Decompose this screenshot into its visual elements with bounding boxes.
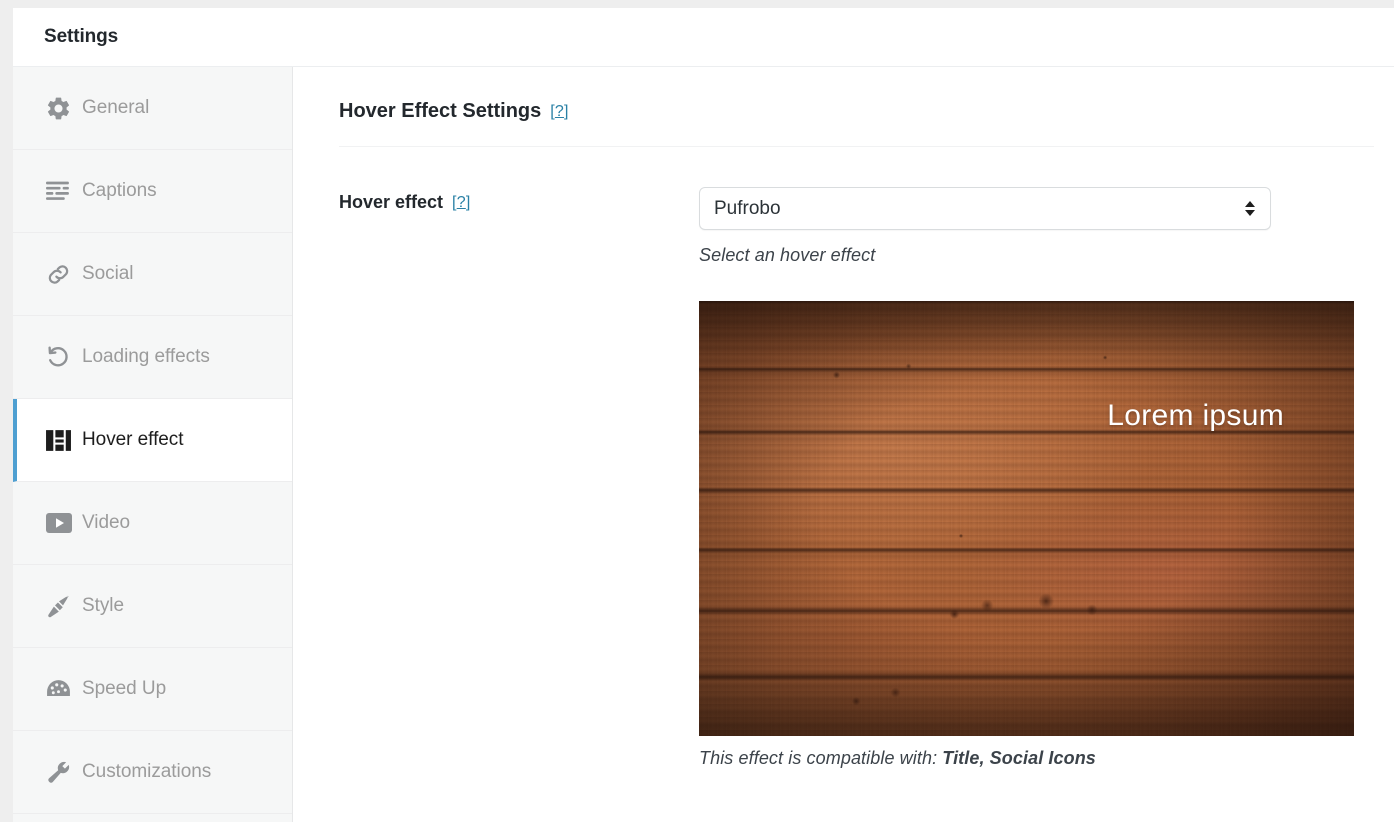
page-title: Settings (44, 26, 119, 47)
gauge-icon (45, 677, 75, 701)
field-help-link[interactable]: [?] (452, 194, 470, 212)
sidebar-item-label: Hover effect (82, 429, 184, 450)
hover-effect-preview[interactable]: Lorem ipsum (699, 301, 1354, 736)
preview-title-text: Lorem ipsum (1107, 399, 1284, 432)
sidebar-item-label: General (82, 97, 150, 118)
sidebar-item-social[interactable]: Social (13, 233, 292, 316)
section-header: Hover Effect Settings [?] (339, 67, 1374, 147)
compatibility-items: Title, Social Icons (942, 748, 1096, 768)
sidebar-item-loading-effects[interactable]: Loading effects (13, 316, 292, 399)
sidebar-item-label: Video (82, 512, 131, 533)
section-help-link[interactable]: [?] (550, 103, 568, 121)
sidebar-item-label: Style (82, 595, 124, 616)
sidebar-item-general[interactable]: General (13, 67, 292, 150)
hover-effect-label: Hover effect (339, 192, 444, 212)
compatibility-note: This effect is compatible with: Title, S… (699, 748, 1374, 769)
settings-window: Settings General Captions Social Loading… (13, 8, 1394, 822)
sidebar-item-style[interactable]: Style (13, 565, 292, 648)
window-body: General Captions Social Loading effects … (13, 67, 1394, 822)
hover-effect-select-wrapper: Pufrobo (699, 187, 1271, 230)
sidebar-item-hover-effect[interactable]: Hover effect (13, 399, 292, 482)
window-titlebar: Settings (13, 8, 1394, 67)
sidebar-item-video[interactable]: Video (13, 482, 292, 565)
sidebar-item-speed-up[interactable]: Speed Up (13, 648, 292, 731)
refresh-icon (45, 344, 75, 371)
compatibility-prefix: This effect is compatible with: (699, 748, 943, 768)
settings-sidebar: General Captions Social Loading effects … (13, 67, 293, 822)
hover-effect-select[interactable]: Pufrobo (699, 187, 1271, 230)
link-icon (45, 261, 75, 288)
sidebar-item-captions[interactable]: Captions (13, 150, 292, 233)
play-icon (45, 512, 75, 534)
sidebar-item-label: Speed Up (82, 678, 167, 699)
layout-icon (45, 427, 75, 454)
field-control-column: Pufrobo Select an hover effect Lorem ips… (699, 187, 1374, 769)
captions-icon (45, 180, 75, 202)
sidebar-item-label: Loading effects (82, 346, 210, 367)
gear-icon (45, 95, 75, 122)
preview-vignette (699, 301, 1354, 736)
wrench-icon (45, 759, 75, 786)
hover-effect-field-row: Hover effect [?] Pufrobo Select an hover … (339, 147, 1374, 769)
sidebar-item-customizations[interactable]: Customizations (13, 731, 292, 814)
sidebar-item-label: Customizations (82, 761, 212, 782)
sidebar-item-label: Social (82, 263, 134, 284)
paintbrush-icon (45, 593, 75, 620)
settings-main-panel: Hover Effect Settings [?] Hover effect [?]… (293, 67, 1394, 822)
hover-effect-description: Select an hover effect (699, 245, 876, 265)
field-label-column: Hover effect [?] (339, 187, 699, 769)
section-title: Hover Effect Settings (339, 100, 542, 122)
sidebar-item-label: Captions (82, 180, 157, 201)
